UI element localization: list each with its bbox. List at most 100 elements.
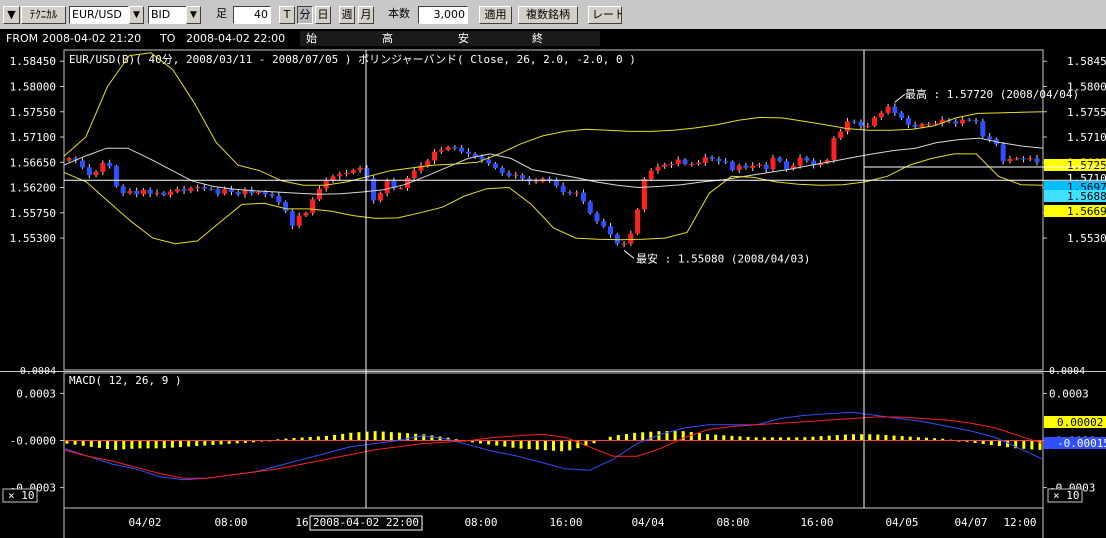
price-tick-label-right: 1.57100: [1067, 131, 1106, 144]
scale-button-left: × 10: [8, 489, 35, 502]
macd-histogram-bar: [981, 440, 985, 444]
candle-up: [838, 131, 844, 139]
macd-histogram-bar: [219, 440, 223, 445]
candle-down: [134, 190, 140, 195]
low-annotation: 最安 : 1.55080 (2008/04/03): [636, 251, 810, 265]
high-annotation: 最高 : 1.57720 (2008/04/04): [905, 87, 1079, 101]
candle-down: [1000, 144, 1006, 162]
macd-histogram-bar: [868, 434, 872, 441]
candle-down: [553, 180, 559, 186]
macd-tick-label-left: -0.0000: [10, 435, 56, 448]
price-tag-text: 1.56696: [1067, 205, 1106, 218]
candle-up: [438, 149, 444, 152]
macd-histogram-bar: [381, 431, 385, 441]
candle-down: [289, 211, 295, 226]
macd-histogram-bar: [170, 440, 174, 448]
macd-histogram-bar: [97, 440, 101, 448]
candle-up: [303, 212, 309, 216]
macd-histogram-bar: [357, 432, 361, 441]
price-tick-label-left: 1.57100: [10, 131, 56, 144]
candle-down: [479, 156, 485, 160]
macd-histogram-bar: [689, 432, 693, 441]
candle-up: [513, 175, 519, 177]
price-tick-label-left: 1.58450: [10, 55, 56, 68]
candle-up: [635, 209, 641, 234]
macd-histogram-bar: [714, 434, 718, 441]
macd-chart-title: MACD( 12, 26, 9 ): [69, 374, 182, 387]
candle-up: [926, 124, 932, 126]
candle-down: [912, 124, 918, 127]
macd-histogram-bar: [552, 440, 555, 451]
candle-down: [966, 119, 972, 121]
candle-up: [174, 189, 180, 192]
x-axis-label: 16:00: [800, 516, 833, 529]
candle-down: [594, 213, 600, 222]
macd-histogram-bar: [722, 435, 726, 441]
candle-down: [601, 221, 607, 227]
candle-down: [608, 226, 614, 235]
macd-histogram-bar: [389, 432, 393, 441]
macd-histogram-bar: [81, 440, 85, 446]
macd-histogram-bar: [89, 440, 93, 447]
macd-histogram-bar: [819, 436, 823, 441]
candle-down: [743, 165, 749, 168]
macd-histogram-bar: [211, 440, 215, 445]
candle-down: [228, 189, 234, 193]
candle-up: [702, 157, 708, 163]
macd-histogram-bar: [430, 435, 434, 441]
macd-histogram-bar: [146, 440, 150, 449]
macd-histogram-bar: [641, 432, 645, 441]
macd-histogram-bar: [616, 435, 620, 441]
candle-up: [628, 233, 634, 244]
candle-down: [86, 167, 92, 176]
candle-down: [580, 192, 586, 202]
price-tag-text: 1.56888: [1067, 190, 1106, 203]
candle-up: [662, 164, 668, 167]
macd-histogram-bar: [535, 440, 539, 450]
x-axis-label: 04/02: [128, 516, 161, 529]
macd-histogram-bar: [568, 440, 572, 451]
macd-histogram-bar: [162, 440, 166, 449]
macd-histogram-bar: [154, 440, 158, 449]
macd-histogram-bar: [560, 440, 564, 452]
macd-histogram-bar: [860, 434, 864, 441]
scale-button-right: × 10: [1053, 489, 1080, 502]
macd-histogram-bar: [316, 436, 320, 441]
candle-down: [235, 192, 241, 195]
candle-down: [107, 162, 113, 167]
macd-histogram-bar: [892, 435, 896, 441]
price-tick-label-left: 1.56200: [10, 182, 56, 195]
candle-down: [215, 189, 221, 194]
candle-down: [113, 166, 119, 187]
candle-up: [425, 160, 431, 166]
candle-up: [689, 163, 695, 165]
candle-down: [567, 192, 573, 194]
candle-down: [283, 202, 289, 212]
candle-up: [797, 157, 803, 166]
macd-histogram-bar: [527, 440, 531, 450]
macd-histogram-bar: [543, 440, 547, 451]
macd-histogram-bar: [519, 440, 523, 449]
candle-down: [208, 188, 214, 190]
candle-down: [371, 178, 377, 201]
candle-up: [432, 151, 438, 161]
candle-down: [851, 121, 857, 123]
candle-down: [499, 167, 505, 173]
candle-down: [899, 112, 905, 118]
candle-up: [140, 189, 146, 195]
macd-histogram-bar: [916, 437, 920, 441]
candle-down: [161, 192, 167, 195]
macd-histogram-bar: [884, 435, 888, 441]
chart-canvas[interactable]: 1.584501.584501.580001.580001.575501.575…: [0, 0, 1106, 538]
macd-tick-label-right: 0.0003: [1049, 387, 1089, 400]
candle-up: [344, 172, 350, 175]
candle-up: [621, 243, 627, 245]
macd-histogram-bar: [203, 440, 207, 446]
candle-up: [533, 181, 539, 183]
candle-down: [716, 158, 722, 162]
candle-down: [276, 195, 282, 203]
macd-histogram-bar: [900, 436, 904, 441]
candle-down: [506, 172, 512, 176]
candle-up: [337, 174, 343, 177]
macd-histogram-bar: [422, 434, 426, 441]
